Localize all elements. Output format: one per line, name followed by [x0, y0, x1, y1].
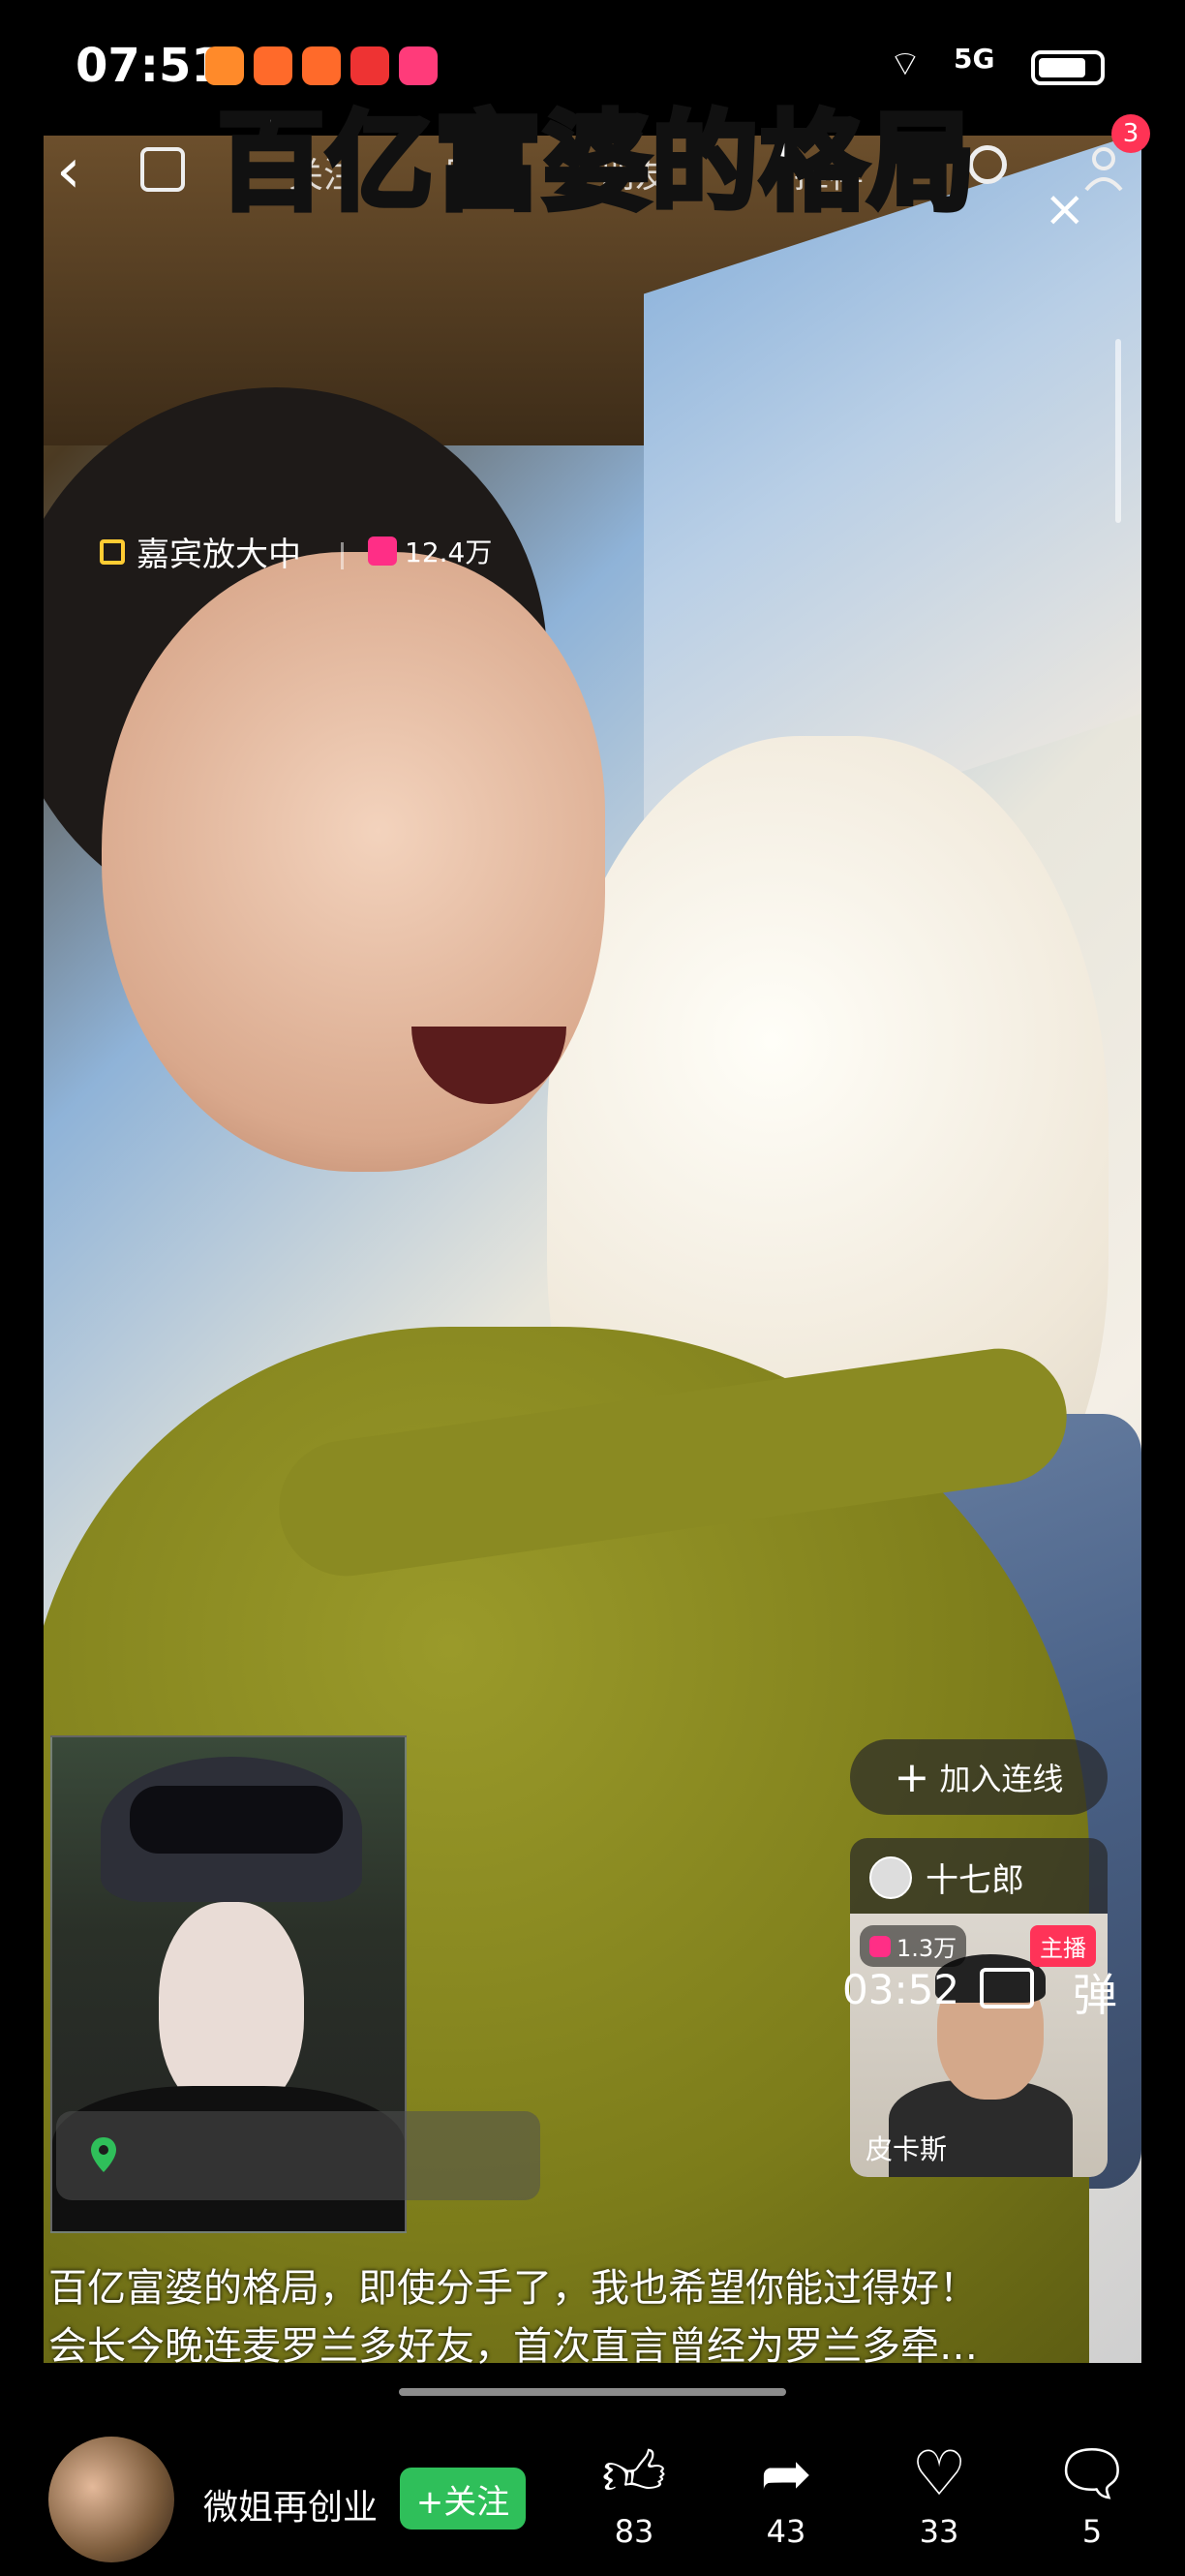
caption-line-2: 会长今晚连麦罗兰多好友，首次直言曾经为罗兰多牵… — [48, 2324, 978, 2369]
join-connect-label: 加入连线 — [939, 1761, 1064, 1797]
anchor-host-label: 皮卡斯 — [866, 2133, 948, 2165]
video-caption[interactable]: 百亿富婆的格局，即使分手了，我也希望你能过得好！ 会长今晚连麦罗兰多好友，首次直… — [48, 2259, 1142, 2376]
overlay-title: 百亿富婆的格局 — [215, 98, 978, 228]
anchor-name: 十七郎 — [926, 1861, 1024, 1900]
follow-button[interactable]: +关注 — [400, 2468, 526, 2530]
audience-icon — [869, 1935, 891, 1957]
status-time: 07:51 — [76, 39, 224, 93]
favorite-button[interactable]: ♡ 33 — [891, 2436, 988, 2550]
author-name[interactable]: 微姐再创业 — [203, 2479, 378, 2530]
progress-bar[interactable] — [399, 2388, 786, 2396]
thumbs-up-icon: 👍︎ — [601, 2438, 667, 2510]
viewer-count: 12.4万 — [368, 532, 492, 570]
enlarge-icon — [100, 538, 125, 565]
caption-line-1: 百亿富婆的格局，即使分手了，我也希望你能过得好！ — [48, 2266, 978, 2311]
avatar — [869, 1855, 912, 1899]
plus-icon: + — [894, 1752, 930, 1802]
author-avatar[interactable] — [48, 2437, 174, 2562]
location-bar[interactable] — [56, 2111, 540, 2200]
anchor-name-row: 十七郎 — [869, 1854, 1024, 1901]
share-count: 43 — [766, 2513, 806, 2550]
anchor-count: 1.3万 — [860, 1925, 967, 1967]
divider — [341, 542, 344, 569]
comment-button[interactable]: 🗨︎ 5 — [1044, 2436, 1140, 2550]
guest-enlarge-text: 嘉宾放大中 — [137, 536, 301, 574]
page-switch-icon[interactable] — [140, 147, 185, 192]
share-icon: ➦ — [760, 2438, 812, 2510]
scroll-indicator — [1115, 339, 1121, 523]
profile-icon[interactable] — [1084, 145, 1123, 192]
join-connect-button[interactable]: + 加入连线 — [850, 1739, 1108, 1815]
share-button[interactable]: ➦ 43 — [738, 2436, 835, 2550]
guest-sunglasses — [130, 1786, 343, 1854]
video-timer: 03:52 — [842, 1966, 960, 2013]
heart-icon: ♡ — [911, 2438, 967, 2510]
comment-count: 5 — [1081, 2513, 1103, 2550]
viewer-count-text: 12.4万 — [405, 537, 493, 568]
anchor-count-text: 1.3万 — [896, 1935, 957, 1962]
subtitle-icon[interactable] — [980, 1968, 1034, 2009]
audience-icon — [368, 537, 397, 566]
guest-enlarge-label[interactable]: 嘉宾放大中 — [100, 528, 301, 575]
danmu-toggle[interactable]: 弹 — [1073, 1960, 1117, 2024]
favorite-count: 33 — [919, 2513, 959, 2550]
network-label: 5G — [954, 43, 995, 75]
battery-icon — [1031, 50, 1105, 85]
comment-icon: 🗨︎ — [1052, 2438, 1132, 2510]
notification-badge: 3 — [1111, 114, 1150, 153]
location-pin-icon — [91, 2137, 116, 2172]
like-button[interactable]: 👍︎ 83 — [586, 2436, 683, 2550]
close-icon[interactable]: × — [1044, 180, 1086, 238]
back-icon[interactable]: ‹ — [56, 136, 81, 207]
like-count: 83 — [614, 2513, 654, 2550]
guest-face — [159, 1902, 304, 2115]
